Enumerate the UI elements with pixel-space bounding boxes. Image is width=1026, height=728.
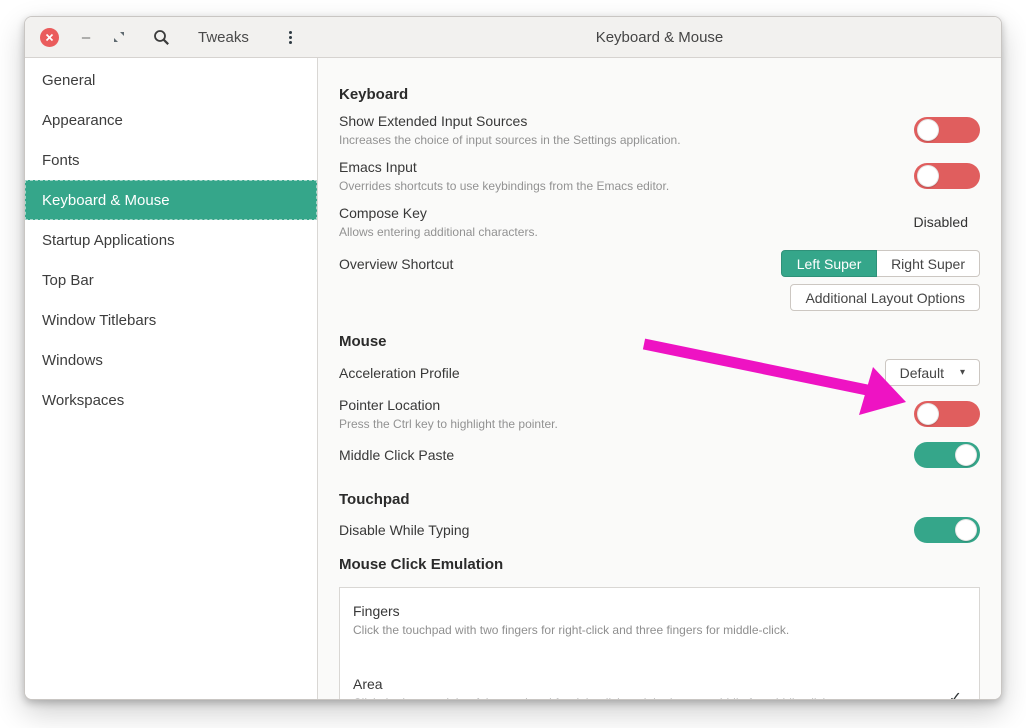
setting-title: Pointer Location — [339, 396, 902, 414]
minimize-button[interactable]: – — [77, 30, 95, 45]
setting-row-emacs-input: Emacs Input Overrides shortcuts to use k… — [339, 158, 980, 194]
toggle-knob — [955, 519, 977, 541]
acceleration-profile-dropdown[interactable]: Default ▾ — [885, 359, 980, 386]
titlebar-left: – Tweaks — [25, 27, 318, 48]
setting-title: Emacs Input — [339, 158, 902, 176]
menu-button[interactable] — [285, 27, 296, 48]
sidebar: General Appearance Fonts Keyboard & Mous… — [25, 58, 318, 699]
sidebar-item-window-titlebars[interactable]: Window Titlebars — [25, 300, 317, 340]
toggle-knob — [917, 119, 939, 141]
emacs-input-toggle[interactable] — [914, 163, 980, 189]
page-title: Keyboard & Mouse — [318, 29, 1001, 46]
setting-row-overview-shortcut: Overview Shortcut Left Super Right Super — [339, 250, 980, 277]
setting-row-middle-click-paste: Middle Click Paste — [339, 442, 980, 468]
setting-description: Allows entering additional characters. — [339, 225, 902, 240]
setting-description: Increases the choice of input sources in… — [339, 133, 902, 148]
close-icon — [45, 33, 54, 42]
disable-while-typing-toggle[interactable] — [914, 517, 980, 543]
click-emulation-option-area[interactable]: Area Click the bottom right of the touch… — [340, 661, 979, 699]
mouse-section-heading: Mouse — [339, 333, 980, 350]
click-emulation-option-fingers[interactable]: Fingers Click the touchpad with two fing… — [340, 588, 979, 661]
sidebar-item-top-bar[interactable]: Top Bar — [25, 260, 317, 300]
setting-description: Overrides shortcuts to use keybindings f… — [339, 179, 902, 194]
toggle-knob — [917, 165, 939, 187]
setting-title: Acceleration Profile — [339, 364, 873, 382]
search-button[interactable] — [152, 28, 170, 46]
restore-button[interactable] — [112, 30, 126, 44]
sidebar-item-keyboard-mouse[interactable]: Keyboard & Mouse — [25, 180, 317, 220]
option-description: Click the bottom right of the touchpad f… — [353, 696, 966, 699]
option-title: Area — [353, 675, 966, 693]
toggle-knob — [955, 444, 977, 466]
setting-title: Overview Shortcut — [339, 255, 769, 273]
close-button[interactable] — [40, 28, 59, 47]
app-title: Tweaks — [198, 29, 249, 46]
setting-row-disable-while-typing: Disable While Typing — [339, 517, 980, 543]
titlebar: – Tweaks Keyboard & Mouse — [25, 17, 1001, 58]
search-icon — [153, 29, 170, 46]
setting-title: Compose Key — [339, 204, 902, 222]
chevron-down-icon: ▾ — [960, 367, 965, 378]
setting-row-pointer-location: Pointer Location Press the Ctrl key to h… — [339, 396, 980, 432]
sidebar-item-workspaces[interactable]: Workspaces — [25, 380, 317, 420]
setting-description: Press the Ctrl key to highlight the poin… — [339, 417, 902, 432]
check-icon: ✓ — [949, 688, 962, 700]
pointer-location-toggle[interactable] — [914, 401, 980, 427]
sidebar-item-general[interactable]: General — [25, 60, 317, 100]
dropdown-value: Default — [900, 365, 944, 381]
option-description: Click the touchpad with two fingers for … — [353, 623, 966, 638]
overview-shortcut-segmented: Left Super Right Super — [781, 250, 980, 277]
left-super-option[interactable]: Left Super — [781, 250, 877, 277]
keyboard-section-heading: Keyboard — [339, 86, 980, 103]
restore-icon — [113, 31, 125, 43]
middle-click-paste-toggle[interactable] — [914, 442, 980, 468]
settings-panel: Keyboard Show Extended Input Sources Inc… — [318, 58, 1001, 699]
toggle-knob — [917, 403, 939, 425]
touchpad-section-heading: Touchpad — [339, 491, 980, 508]
additional-layout-options-button[interactable]: Additional Layout Options — [790, 284, 980, 311]
sidebar-item-fonts[interactable]: Fonts — [25, 140, 317, 180]
kebab-icon — [289, 31, 292, 34]
setting-title: Middle Click Paste — [339, 446, 902, 464]
extended-input-sources-toggle[interactable] — [914, 117, 980, 143]
setting-row-acceleration-profile: Acceleration Profile Default ▾ — [339, 359, 980, 386]
tweaks-window: – Tweaks Keyboard & Mouse Gener — [24, 16, 1002, 700]
setting-row-compose-key: Compose Key Allows entering additional c… — [339, 204, 980, 240]
click-emulation-list: Fingers Click the touchpad with two fing… — [339, 587, 980, 699]
sidebar-item-windows[interactable]: Windows — [25, 340, 317, 380]
option-title: Fingers — [353, 602, 966, 620]
setting-title: Show Extended Input Sources — [339, 112, 902, 130]
sidebar-item-appearance[interactable]: Appearance — [25, 100, 317, 140]
mouse-click-emulation-heading: Mouse Click Emulation — [339, 556, 980, 573]
setting-row-extended-input-sources: Show Extended Input Sources Increases th… — [339, 112, 980, 148]
compose-key-value[interactable]: Disabled — [914, 214, 968, 230]
setting-title: Disable While Typing — [339, 521, 902, 539]
right-super-option[interactable]: Right Super — [877, 250, 980, 277]
sidebar-item-startup-applications[interactable]: Startup Applications — [25, 220, 317, 260]
